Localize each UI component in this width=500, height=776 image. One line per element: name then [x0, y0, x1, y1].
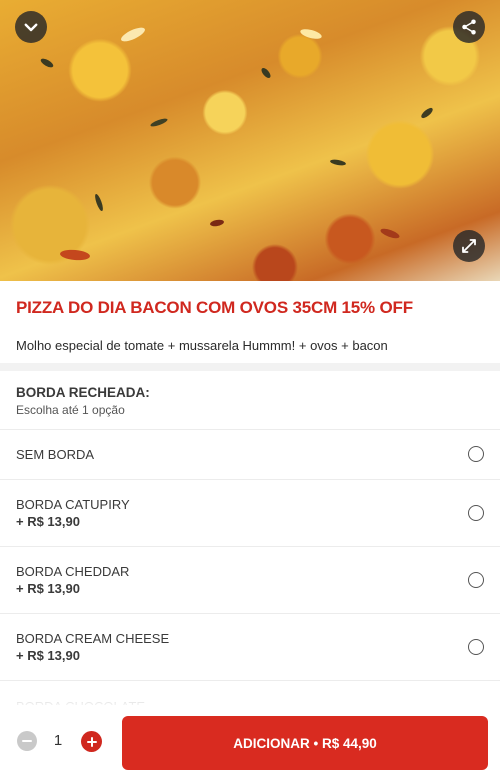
option-borda-cheddar[interactable]: BORDA CHEDDAR + R$ 13,90 — [0, 547, 500, 614]
radio-button[interactable] — [468, 572, 484, 588]
minus-icon — [22, 740, 32, 742]
close-button[interactable] — [15, 11, 47, 43]
option-price: + R$ 13,90 — [16, 648, 80, 663]
product-image — [0, 0, 500, 281]
option-price: + R$ 13,90 — [16, 514, 80, 529]
option-borda-cream-cheese[interactable]: BORDA CREAM CHEESE + R$ 13,90 — [0, 614, 500, 681]
option-label: BORDA CHEDDAR — [16, 564, 130, 579]
option-label: BORDA CATUPIRY — [16, 497, 130, 512]
option-label: SEM BORDA — [16, 447, 95, 462]
product-title: PIZZA DO DIA BACON COM OVOS 35CM 15% OFF — [16, 298, 413, 317]
decrease-quantity-button[interactable] — [17, 731, 37, 751]
section-divider — [0, 363, 500, 371]
plus-icon — [86, 736, 97, 747]
radio-button[interactable] — [468, 639, 484, 655]
radio-button[interactable] — [468, 505, 484, 521]
share-button[interactable] — [453, 11, 485, 43]
chevron-down-icon — [24, 23, 38, 32]
add-to-cart-footer: 1 ADICIONAR • R$ 44,90 — [0, 705, 500, 776]
option-sem-borda[interactable]: SEM BORDA — [0, 430, 500, 480]
quantity-value: 1 — [53, 732, 63, 749]
option-price: + R$ 13,90 — [16, 581, 80, 596]
expand-image-button[interactable] — [453, 230, 485, 262]
increase-quantity-button[interactable] — [81, 731, 102, 752]
option-group-title: BORDA RECHEADA: — [16, 385, 150, 400]
option-group-header: BORDA RECHEADA: Escolha até 1 opção — [0, 371, 500, 430]
expand-icon — [462, 239, 476, 253]
option-group-subtitle: Escolha até 1 opção — [16, 403, 125, 417]
share-icon — [462, 19, 476, 35]
radio-button[interactable] — [468, 446, 484, 462]
option-label: BORDA CREAM CHEESE — [16, 631, 170, 646]
option-borda-catupiry[interactable]: BORDA CATUPIRY + R$ 13,90 — [0, 480, 500, 547]
add-to-cart-button[interactable]: ADICIONAR • R$ 44,90 — [122, 716, 488, 770]
product-description: Molho especial de tomate + mussarela Hum… — [16, 338, 388, 353]
